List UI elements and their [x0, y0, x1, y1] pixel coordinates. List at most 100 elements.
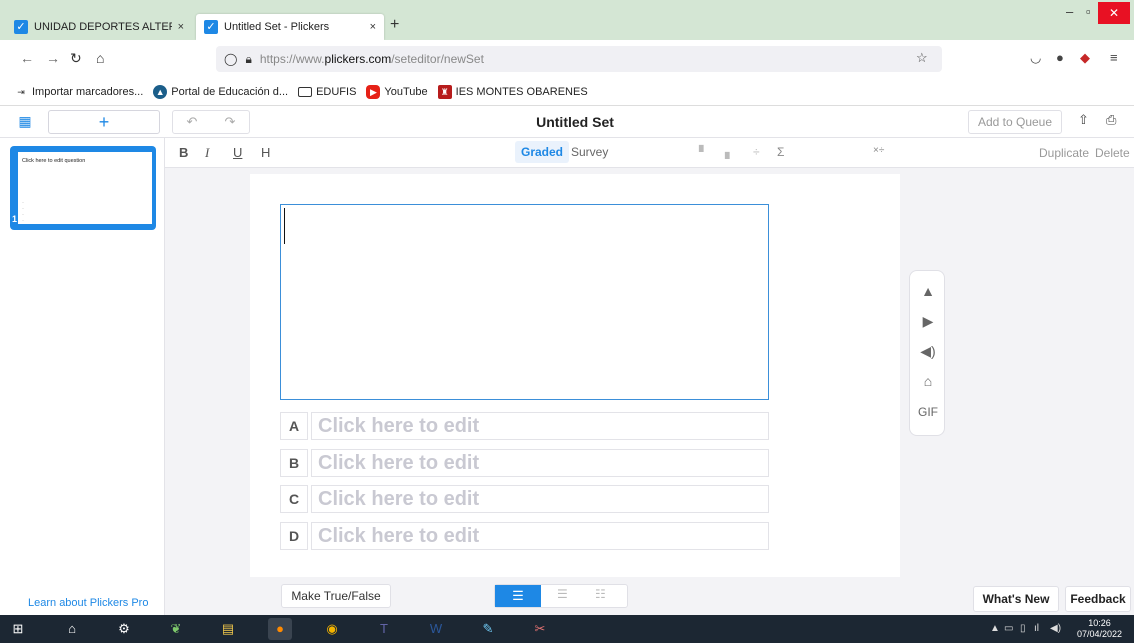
- signal-icon[interactable]: ıl: [1034, 623, 1039, 634]
- settings-app-icon[interactable]: ⚙: [112, 618, 136, 640]
- pocket-icon[interactable]: ◡: [1030, 50, 1041, 66]
- special-characters-icon[interactable]: ×÷: [873, 145, 884, 156]
- volume-icon[interactable]: ◀): [1050, 623, 1061, 634]
- duplicate-button[interactable]: Duplicate: [1039, 146, 1089, 160]
- menu-icon[interactable]: ≡: [1110, 50, 1118, 65]
- bookmark-ies-montes[interactable]: ♜ IES MONTES OBARENES: [437, 84, 588, 99]
- bottom-toolbar: Make True/False ☰ ☰ ☷ What's New Feedbac…: [165, 577, 1134, 615]
- fraction-icon[interactable]: ÷: [753, 145, 760, 159]
- teams-icon[interactable]: T: [372, 618, 396, 640]
- portal-icon: ▲: [153, 84, 168, 99]
- bookmarks-bar: ⇥ Importar marcadores... ▲ Portal de Edu…: [0, 78, 1134, 106]
- question-text-input[interactable]: [280, 204, 769, 400]
- word-icon[interactable]: W: [424, 618, 448, 640]
- bookmark-edufis[interactable]: EDUFIS: [298, 86, 356, 98]
- home-app-icon[interactable]: ⌂: [60, 618, 84, 640]
- bold-button[interactable]: B: [179, 145, 188, 160]
- answer-layout-group: ☰ ☰ ☷: [494, 584, 628, 608]
- media-toolbar: ▲ ▶ ◀) ⌂ GIF: [909, 270, 945, 436]
- sound-icon[interactable]: ◀): [910, 343, 946, 360]
- forward-icon[interactable]: →: [46, 50, 60, 66]
- whats-new-button[interactable]: What's New: [973, 586, 1059, 612]
- browser-tab-strip: ✓ UNIDAD DEPORTES ALTERNATI × ✓ Untitled…: [0, 0, 1134, 40]
- answer-choice-a[interactable]: A Click here to edit: [280, 412, 769, 440]
- slide-number: 1: [12, 214, 18, 224]
- house-icon[interactable]: ⌂: [910, 373, 946, 389]
- file-explorer-icon[interactable]: ▤: [216, 618, 240, 640]
- new-tab-button[interactable]: +: [390, 16, 399, 34]
- app-butterfly-icon[interactable]: ❦: [164, 618, 188, 640]
- windows-start-icon[interactable]: ⊞: [6, 618, 30, 640]
- bookmark-youtube[interactable]: ▶ YouTube: [366, 84, 428, 99]
- add-to-queue-button[interactable]: Add to Queue: [968, 110, 1062, 134]
- close-tab-icon[interactable]: ×: [178, 21, 184, 33]
- question-slide-thumbnail[interactable]: Click here to edit question · · · · 1: [10, 146, 156, 230]
- question-sidebar: Click here to edit question · · · · 1 Learn…: [0, 138, 165, 615]
- layout-center-icon[interactable]: ☰: [557, 587, 568, 601]
- close-tab-icon[interactable]: ×: [370, 21, 376, 33]
- graded-toggle[interactable]: Graded: [515, 141, 570, 163]
- text-caret: [284, 208, 285, 244]
- underline-button[interactable]: U: [233, 145, 242, 160]
- restore-icon[interactable]: ▫: [1086, 4, 1091, 19]
- layout-list-icon[interactable]: ☰: [495, 585, 541, 607]
- network-icon[interactable]: ▭: [1004, 623, 1013, 634]
- layout-grid-icon[interactable]: ☷: [595, 587, 606, 601]
- import-icon: ⇥: [17, 86, 25, 97]
- tab-untitled-set[interactable]: ✓ Untitled Set - Plickers ×: [196, 14, 384, 40]
- answer-choice-d[interactable]: D Click here to edit: [280, 522, 769, 550]
- snipping-tool-icon[interactable]: ✂: [528, 618, 552, 640]
- back-icon[interactable]: ←: [20, 50, 34, 66]
- school-icon: ♜: [437, 84, 452, 99]
- tab-unidad-deportes[interactable]: ✓ UNIDAD DEPORTES ALTERNATI ×: [6, 14, 192, 40]
- make-true-false-button[interactable]: Make True/False: [281, 584, 391, 608]
- firefox-icon[interactable]: ●: [268, 618, 292, 640]
- bookmark-portal[interactable]: ▲ Portal de Educación d...: [153, 84, 288, 99]
- reload-icon[interactable]: ↻: [70, 50, 82, 67]
- undo-redo-group: ↶ ↷: [172, 110, 250, 134]
- paint-icon[interactable]: ✎: [476, 618, 500, 640]
- url-bar[interactable]: ◯ 🔒︎ https://www. plickers.com/seteditor/…: [216, 46, 942, 72]
- tray-arrow-icon[interactable]: ▲: [990, 623, 1000, 634]
- answer-choice-c[interactable]: C Click here to edit: [280, 485, 769, 513]
- lock-icon: 🔒︎: [245, 51, 252, 66]
- system-clock[interactable]: 10:26 07/04/2022: [1077, 618, 1122, 640]
- home-icon[interactable]: ⌂: [96, 50, 104, 66]
- plickers-favicon-icon: ✓: [204, 20, 218, 34]
- chrome-icon[interactable]: ◉: [320, 618, 344, 640]
- slide-question-text: Click here to edit question: [22, 158, 86, 164]
- bookmark-star-icon[interactable]: ☆: [916, 50, 928, 66]
- feedback-button[interactable]: Feedback: [1065, 586, 1131, 612]
- video-icon[interactable]: ▶: [910, 313, 946, 330]
- heading-button[interactable]: H: [261, 145, 270, 160]
- extension-v-icon[interactable]: ●: [1056, 50, 1064, 65]
- set-title[interactable]: Untitled Set: [0, 114, 1134, 130]
- close-window-icon[interactable]: ✕: [1098, 2, 1130, 24]
- sigma-icon[interactable]: Σ: [777, 145, 784, 159]
- superscript-icon[interactable]: ▘: [699, 145, 708, 159]
- print-icon[interactable]: ⎙: [1106, 112, 1116, 128]
- redo-icon[interactable]: ↷: [225, 114, 236, 130]
- slide-dots-icon: · · · ·: [22, 200, 24, 224]
- grid-menu-icon[interactable]: ▦: [16, 112, 34, 130]
- undo-icon[interactable]: ↶: [187, 114, 198, 130]
- delete-button[interactable]: Delete: [1095, 146, 1130, 160]
- export-icon[interactable]: ⇧: [1078, 112, 1089, 128]
- add-question-button[interactable]: +: [48, 110, 160, 134]
- subscript-icon[interactable]: ▖: [725, 145, 734, 159]
- youtube-icon: ▶: [366, 84, 381, 99]
- learn-pro-link[interactable]: Learn about Plickers Pro: [28, 597, 148, 609]
- italic-button[interactable]: I: [205, 145, 209, 161]
- question-canvas: A Click here to edit B Click here to edi…: [250, 174, 900, 577]
- minimize-icon[interactable]: –: [1066, 4, 1073, 19]
- survey-toggle[interactable]: Survey: [571, 145, 608, 159]
- answer-choice-b[interactable]: B Click here to edit: [280, 449, 769, 477]
- image-icon[interactable]: ▲: [910, 283, 946, 299]
- battery-icon[interactable]: ▯: [1020, 623, 1026, 634]
- windows-taskbar: ⊞ ⌂ ⚙ ❦ ▤ ● ◉ T W ✎ ✂ ▲ ▭ ▯ ıl ◀) 10:26 …: [0, 615, 1134, 643]
- extension-shield-icon[interactable]: ◆: [1080, 50, 1090, 66]
- navigation-bar: ← → ↻ ⌂ ◯ 🔒︎ https://www. plickers.com/se…: [0, 40, 1134, 78]
- checkbox-favicon-icon: ✓: [14, 20, 28, 34]
- bookmark-importar[interactable]: ⇥ Importar marcadores...: [14, 85, 143, 99]
- gif-button[interactable]: GIF: [910, 405, 946, 419]
